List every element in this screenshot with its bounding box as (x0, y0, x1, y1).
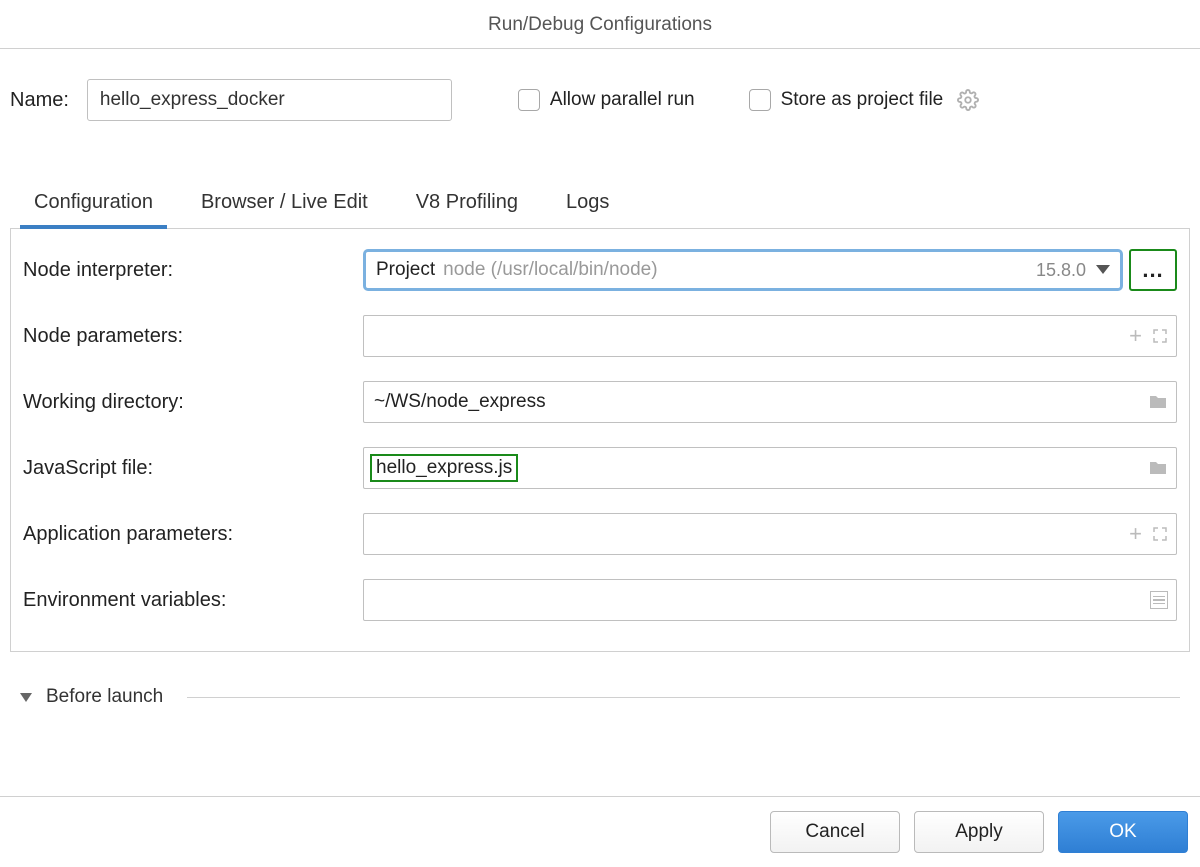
store-as-file-checkbox[interactable] (749, 89, 771, 111)
plus-icon[interactable] (1129, 521, 1142, 547)
expand-icon[interactable] (1152, 328, 1168, 344)
working-directory-label: Working directory: (23, 391, 363, 414)
tabs: Configuration Browser / Live Edit V8 Pro… (10, 181, 1190, 229)
environment-variables-input[interactable] (363, 579, 1177, 621)
tab-v8-profiling[interactable]: V8 Profiling (412, 181, 522, 228)
allow-parallel-checkbox[interactable] (518, 89, 540, 111)
top-row: Name: Allow parallel run Store as projec… (0, 49, 1200, 121)
working-directory-value: ~/WS/node_express (374, 391, 546, 413)
dialog-title: Run/Debug Configurations (0, 0, 1200, 49)
store-as-file-label: Store as project file (781, 89, 944, 111)
javascript-file-label: JavaScript file: (23, 457, 363, 480)
expand-icon[interactable] (1152, 526, 1168, 542)
divider (187, 697, 1180, 698)
node-interpreter-version: 15.8.0 (1036, 260, 1086, 281)
node-interpreter-dropdown[interactable]: Project node (/usr/local/bin/node) 15.8.… (363, 249, 1123, 291)
list-icon[interactable] (1150, 591, 1168, 609)
working-directory-input[interactable]: ~/WS/node_express (363, 381, 1177, 423)
node-interpreter-label: Node interpreter: (23, 259, 363, 282)
before-launch-label: Before launch (46, 686, 163, 708)
plus-icon[interactable] (1129, 323, 1142, 349)
node-parameters-label: Node parameters: (23, 325, 363, 348)
environment-variables-label: Environment variables: (23, 589, 363, 612)
cancel-button[interactable]: Cancel (770, 811, 900, 853)
node-interpreter-browse-button[interactable]: ... (1129, 249, 1177, 291)
javascript-file-input[interactable]: hello_express.js (363, 447, 1177, 489)
application-parameters-input[interactable] (363, 513, 1177, 555)
tab-browser-live-edit[interactable]: Browser / Live Edit (197, 181, 372, 228)
tab-logs[interactable]: Logs (562, 181, 613, 228)
ok-button[interactable]: OK (1058, 811, 1188, 853)
apply-button[interactable]: Apply (914, 811, 1044, 853)
before-launch-section[interactable]: Before launch (20, 686, 1180, 708)
allow-parallel-checkbox-row: Allow parallel run (518, 89, 695, 111)
folder-icon[interactable] (1148, 394, 1168, 410)
node-interpreter-path: node (/usr/local/bin/node) (443, 259, 657, 281)
name-label: Name: (10, 89, 69, 112)
chevron-down-icon (20, 693, 32, 702)
gear-icon[interactable] (957, 89, 979, 111)
chevron-down-icon (1096, 265, 1110, 275)
javascript-file-value: hello_express.js (370, 454, 518, 482)
folder-icon[interactable] (1148, 460, 1168, 476)
name-input[interactable] (87, 79, 452, 121)
node-interpreter-primary: Project (376, 259, 435, 281)
allow-parallel-label: Allow parallel run (550, 89, 695, 111)
node-parameters-input[interactable] (363, 315, 1177, 357)
button-bar: Cancel Apply OK (0, 796, 1200, 867)
configuration-panel: Node interpreter: Project node (/usr/loc… (10, 229, 1190, 652)
application-parameters-label: Application parameters: (23, 523, 363, 546)
store-as-file-checkbox-row: Store as project file (749, 89, 980, 111)
tab-configuration[interactable]: Configuration (30, 181, 157, 228)
